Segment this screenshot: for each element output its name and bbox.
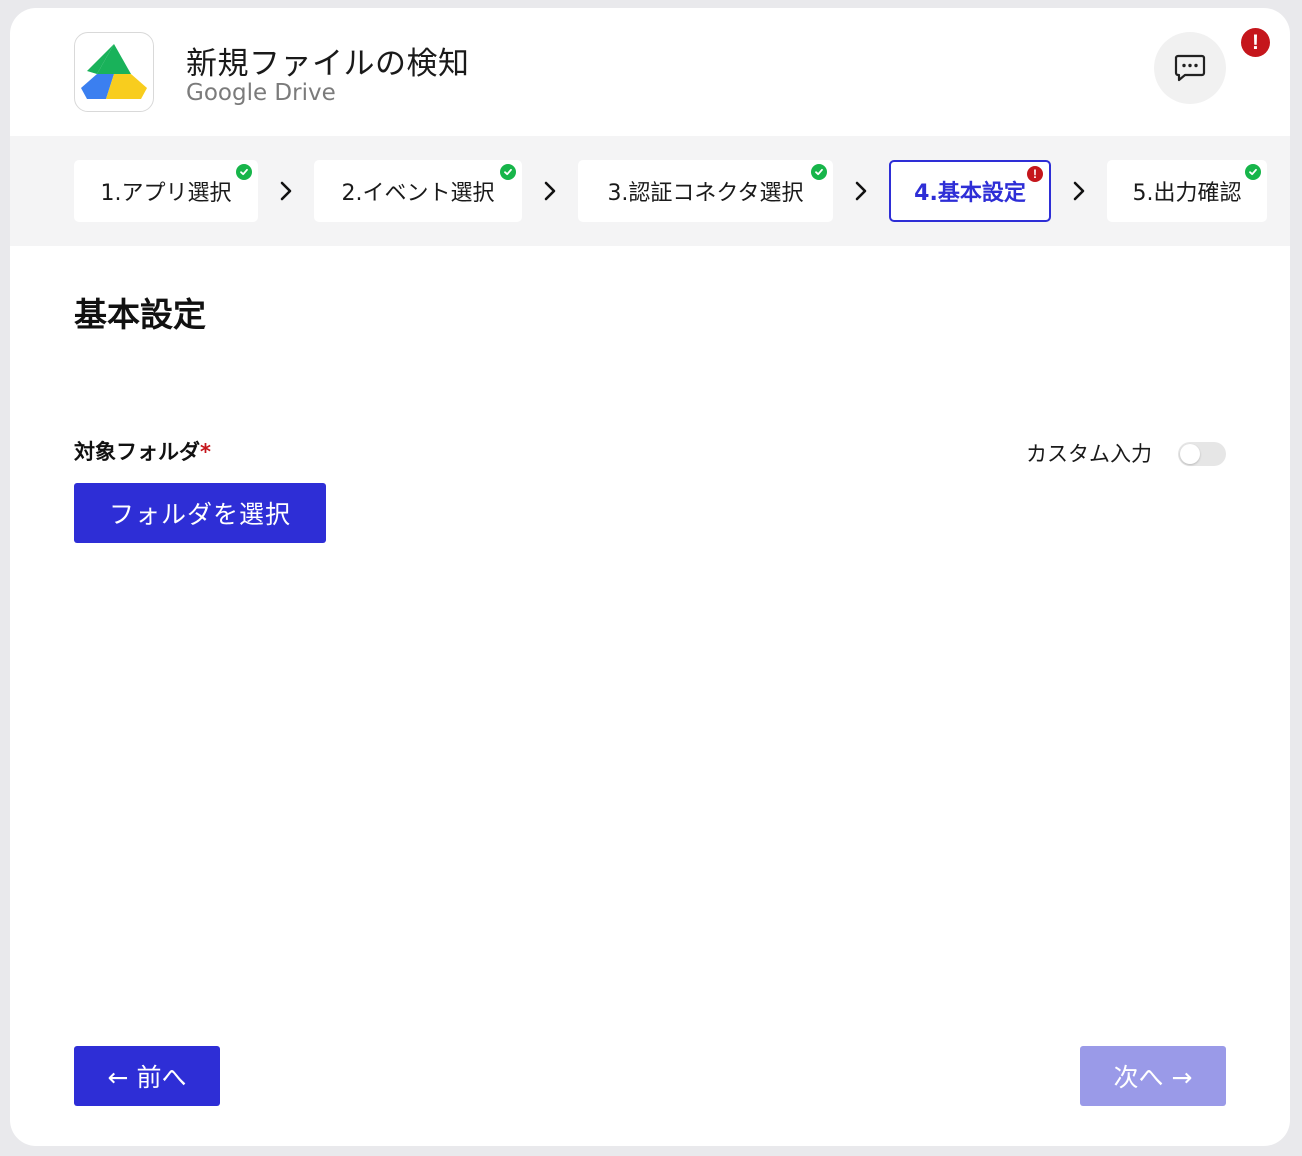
chevron-right-icon bbox=[280, 181, 292, 201]
check-icon bbox=[1245, 164, 1261, 180]
step-auth-connector-select[interactable]: 3.認証コネクタ選択 bbox=[578, 160, 833, 222]
setup-card: 新規ファイルの検知 Google Drive ! 1.アプリ選択 2.イベント選… bbox=[10, 8, 1290, 1146]
custom-input-label: カスタム入力 bbox=[1026, 442, 1152, 466]
chevron-right-icon bbox=[855, 181, 867, 201]
chevron-right-icon bbox=[544, 181, 556, 201]
section-title: 基本設定 bbox=[74, 295, 206, 334]
step-basic-settings[interactable]: 4.基本設定 ! bbox=[889, 160, 1051, 222]
check-icon bbox=[236, 164, 252, 180]
select-folder-button[interactable]: フォルダを選択 bbox=[74, 483, 326, 543]
check-icon bbox=[811, 164, 827, 180]
alert-badge: ! bbox=[1241, 28, 1270, 57]
chat-button[interactable] bbox=[1154, 32, 1226, 104]
prev-button[interactable]: ← 前へ bbox=[74, 1046, 220, 1106]
target-folder-label: 対象フォルダ* bbox=[74, 436, 211, 466]
google-drive-logo-icon bbox=[74, 32, 154, 112]
check-icon bbox=[500, 164, 516, 180]
stepper: 1.アプリ選択 2.イベント選択 3.認証コネクタ選択 4.基本設定 ! 5.出… bbox=[10, 136, 1290, 246]
target-folder-label-text: 対象フォルダ bbox=[74, 440, 200, 464]
toggle-knob bbox=[1180, 444, 1200, 464]
step-event-select[interactable]: 2.イベント選択 bbox=[314, 160, 522, 222]
step-label: 1.アプリ選択 bbox=[100, 181, 232, 206]
step-app-select[interactable]: 1.アプリ選択 bbox=[74, 160, 258, 222]
next-button[interactable]: 次へ → bbox=[1080, 1046, 1226, 1106]
step-label: 3.認証コネクタ選択 bbox=[607, 181, 804, 206]
custom-input-toggle[interactable] bbox=[1178, 442, 1226, 466]
chat-bubble-icon bbox=[1174, 54, 1206, 82]
error-icon: ! bbox=[1027, 166, 1043, 182]
step-label: 2.イベント選択 bbox=[341, 181, 495, 206]
app-subtitle: Google Drive bbox=[186, 80, 336, 106]
step-label: 4.基本設定 bbox=[914, 181, 1026, 206]
app-title: 新規ファイルの検知 bbox=[186, 46, 470, 82]
chevron-right-icon bbox=[1073, 181, 1085, 201]
required-mark: * bbox=[200, 440, 211, 464]
step-output-confirm[interactable]: 5.出力確認 bbox=[1107, 160, 1267, 222]
step-label: 5.出力確認 bbox=[1132, 181, 1242, 206]
